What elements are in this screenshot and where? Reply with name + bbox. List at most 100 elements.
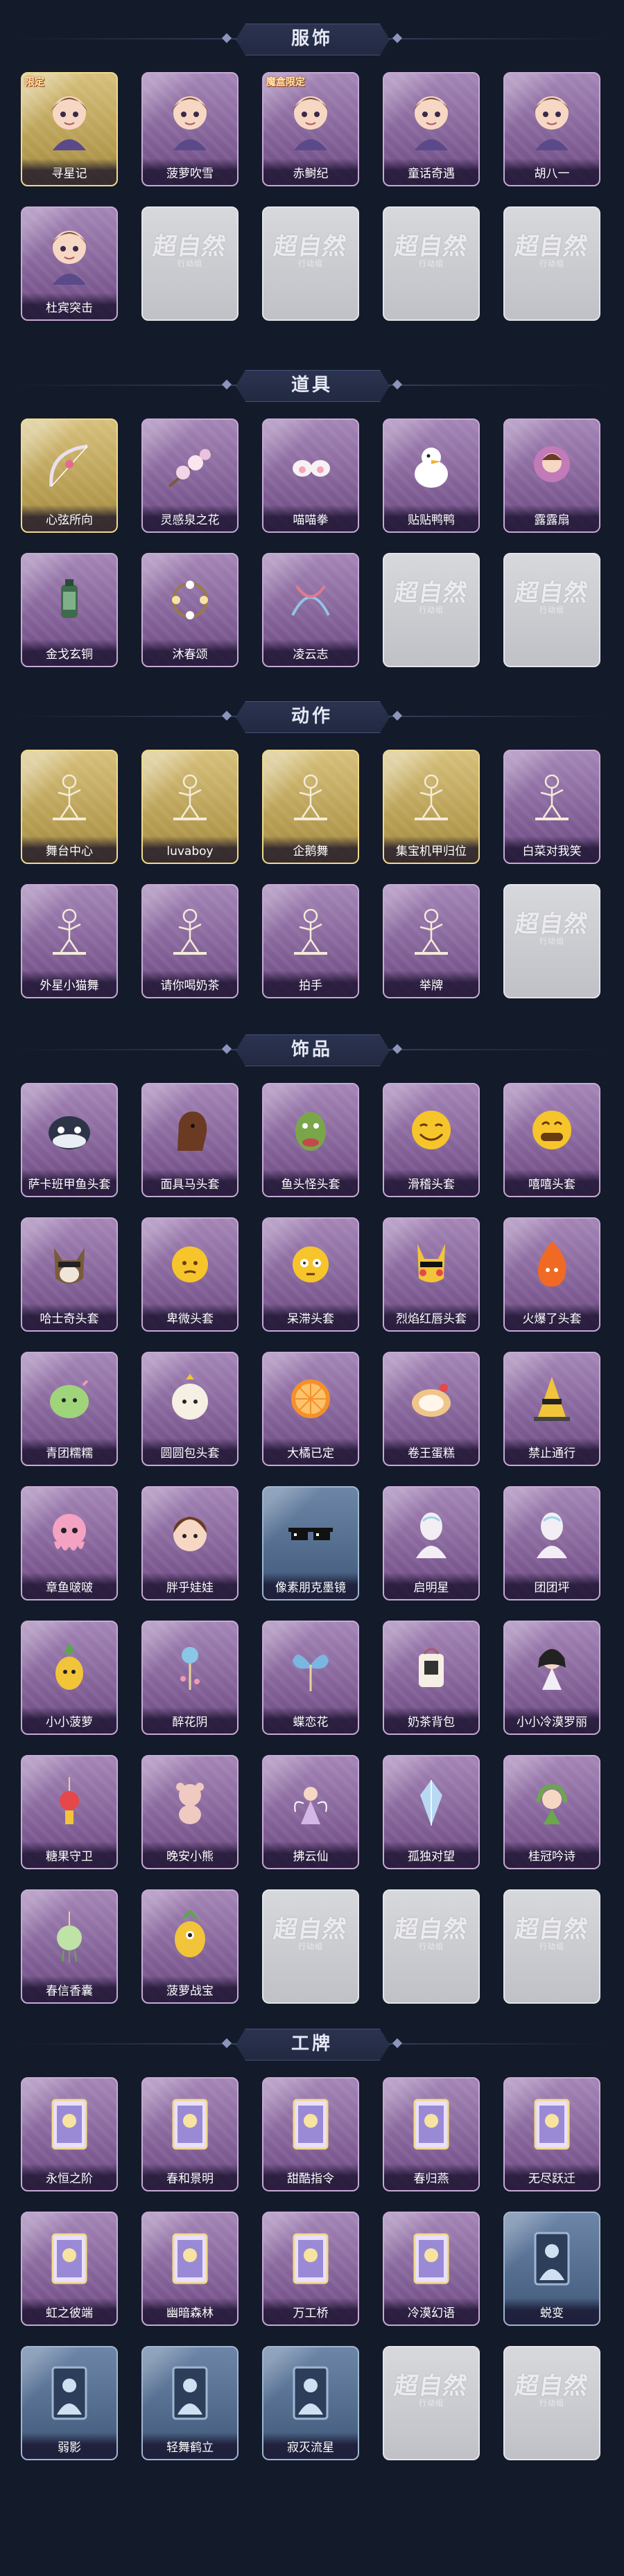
- item-card[interactable]: 企鹅舞: [262, 750, 359, 864]
- item-card[interactable]: 集宝机甲归位: [383, 750, 480, 864]
- empty-slot[interactable]: 超自然 行动组: [383, 553, 480, 667]
- placeholder-substamp: 行动组: [539, 606, 564, 615]
- milk-tea-bag-icon: [401, 1634, 462, 1701]
- badge-card-icon: [280, 2225, 341, 2292]
- item-label: 集宝机甲归位: [384, 836, 478, 863]
- item-card[interactable]: 菠萝吹雪: [141, 72, 239, 186]
- empty-slot[interactable]: 超自然 行动组: [383, 206, 480, 321]
- item-card[interactable]: 萨卡班甲鱼头套: [21, 1083, 118, 1197]
- item-card[interactable]: 圆圆包头套: [141, 1352, 239, 1466]
- item-card[interactable]: 糖果守卫: [21, 1755, 118, 1869]
- item-card[interactable]: 舞台中心: [21, 750, 118, 864]
- character-portrait-icon: [39, 220, 100, 287]
- item-card[interactable]: 灵感泉之花: [141, 418, 239, 533]
- diamond-ornament-icon: [221, 2038, 232, 2049]
- item-card[interactable]: 蜕变: [503, 2212, 600, 2326]
- item-card[interactable]: 贴贴鸭鸭: [383, 418, 480, 533]
- item-card[interactable]: 请你喝奶茶: [141, 884, 239, 998]
- item-card[interactable]: 火爆了头套: [503, 1217, 600, 1332]
- item-card[interactable]: 万工桥: [262, 2212, 359, 2326]
- smiley-head-icon: [401, 1097, 462, 1163]
- item-card[interactable]: 大橘已定: [262, 1352, 359, 1466]
- item-card[interactable]: 拂云仙: [262, 1755, 359, 1869]
- item-card[interactable]: 章鱼啵啵: [21, 1486, 118, 1600]
- section-title: 道具: [291, 375, 333, 396]
- item-card[interactable]: 心弦所向: [21, 418, 118, 533]
- empty-slot[interactable]: 超自然 行动组: [383, 1889, 480, 2004]
- duck-icon: [401, 432, 462, 499]
- placeholder-stamp: 超自然: [392, 1916, 469, 1943]
- badge-card-icon: [159, 2225, 220, 2292]
- item-card[interactable]: luvaboy: [141, 750, 239, 864]
- item-card[interactable]: 金戈玄铜: [21, 553, 118, 667]
- item-card[interactable]: 外星小猫舞: [21, 884, 118, 998]
- item-card[interactable]: 启明星: [383, 1486, 480, 1600]
- item-label: 呆滞头套: [263, 1304, 358, 1330]
- item-card[interactable]: 晚安小熊: [141, 1755, 239, 1869]
- item-card[interactable]: 蝶恋花: [262, 1621, 359, 1735]
- placeholder-substamp: 行动组: [177, 259, 202, 268]
- item-label: 鱼头怪头套: [263, 1170, 358, 1196]
- item-card[interactable]: 孤独对望: [383, 1755, 480, 1869]
- item-card[interactable]: 冷漠幻语: [383, 2212, 480, 2326]
- item-card[interactable]: 甜酷指令: [262, 2077, 359, 2191]
- item-label: 蝶恋花: [263, 1707, 358, 1733]
- item-card[interactable]: 童话奇遇: [383, 72, 480, 186]
- item-label: 晚安小熊: [143, 1842, 237, 1868]
- item-card[interactable]: 沐春颂: [141, 553, 239, 667]
- empty-slot[interactable]: 超自然 行动组: [503, 206, 600, 321]
- hair-ornament-icon: [159, 1634, 220, 1701]
- item-card[interactable]: 桂冠吟诗: [503, 1755, 600, 1869]
- item-card[interactable]: 虹之彼端: [21, 2212, 118, 2326]
- item-card[interactable]: 醉花阴: [141, 1621, 239, 1735]
- item-card[interactable]: 幽暗森林: [141, 2212, 239, 2326]
- empty-slot[interactable]: 超自然 行动组: [383, 2346, 480, 2460]
- item-card[interactable]: 像素朋克墨镜: [262, 1486, 359, 1600]
- item-card[interactable]: 卑微头套: [141, 1217, 239, 1332]
- item-card[interactable]: 举牌: [383, 884, 480, 998]
- empty-slot[interactable]: 超自然 行动组: [503, 884, 600, 998]
- empty-slot[interactable]: 超自然 行动组: [262, 206, 359, 321]
- item-card[interactable]: 青团糯糯: [21, 1352, 118, 1466]
- item-card[interactable]: 寂灭流星: [262, 2346, 359, 2460]
- item-card[interactable]: 呆滞头套: [262, 1217, 359, 1332]
- item-card[interactable]: 春信香囊: [21, 1889, 118, 2004]
- item-card[interactable]: 凌云志: [262, 553, 359, 667]
- item-card[interactable]: 白菜对我笑: [503, 750, 600, 864]
- empty-slot[interactable]: 超自然 行动组: [503, 2346, 600, 2460]
- empty-slot[interactable]: 超自然 行动组: [503, 1889, 600, 2004]
- item-card[interactable]: 菠萝战宝: [141, 1889, 239, 2004]
- item-card[interactable]: 奶茶背包: [383, 1621, 480, 1735]
- item-card[interactable]: 面具马头套: [141, 1083, 239, 1197]
- item-card[interactable]: 永恒之阶: [21, 2077, 118, 2191]
- item-card[interactable]: 禁止通行: [503, 1352, 600, 1466]
- item-card[interactable]: 滑稽头套: [383, 1083, 480, 1197]
- item-card[interactable]: 哈士奇头套: [21, 1217, 118, 1332]
- item-card[interactable]: 拍手: [262, 884, 359, 998]
- item-card[interactable]: 春和景明: [141, 2077, 239, 2191]
- item-card[interactable]: 胡八一: [503, 72, 600, 186]
- empty-slot[interactable]: 超自然 行动组: [262, 1889, 359, 2004]
- cake-roll-icon: [401, 1366, 462, 1432]
- item-card[interactable]: 无尽跃迁: [503, 2077, 600, 2191]
- empty-slot[interactable]: 超自然 行动组: [141, 206, 239, 321]
- item-card[interactable]: 杜宾突击: [21, 206, 118, 321]
- item-card[interactable]: 露露扇: [503, 418, 600, 533]
- item-card[interactable]: 轻舞鹤立: [141, 2346, 239, 2460]
- item-card[interactable]: 弱影: [21, 2346, 118, 2460]
- item-card[interactable]: 春归燕: [383, 2077, 480, 2191]
- item-label: 圆圆包头套: [143, 1438, 237, 1465]
- empty-slot[interactable]: 超自然 行动组: [503, 553, 600, 667]
- item-card[interactable]: 卷王蛋糕: [383, 1352, 480, 1466]
- item-card[interactable]: 鱼头怪头套: [262, 1083, 359, 1197]
- item-card[interactable]: 团团坪: [503, 1486, 600, 1600]
- item-card[interactable]: 烈焰红唇头套: [383, 1217, 480, 1332]
- item-card[interactable]: 喵喵拳: [262, 418, 359, 533]
- item-card[interactable]: 魔盒限定 赤鲥纪: [262, 72, 359, 186]
- item-card[interactable]: 嘻嘻头套: [503, 1083, 600, 1197]
- item-card[interactable]: 小小菠萝: [21, 1621, 118, 1735]
- item-label: 贴贴鸭鸭: [384, 505, 478, 531]
- item-card[interactable]: 限定 寻星记: [21, 72, 118, 186]
- item-card[interactable]: 小小冷漠罗丽: [503, 1621, 600, 1735]
- item-card[interactable]: 胖乎娃娃: [141, 1486, 239, 1600]
